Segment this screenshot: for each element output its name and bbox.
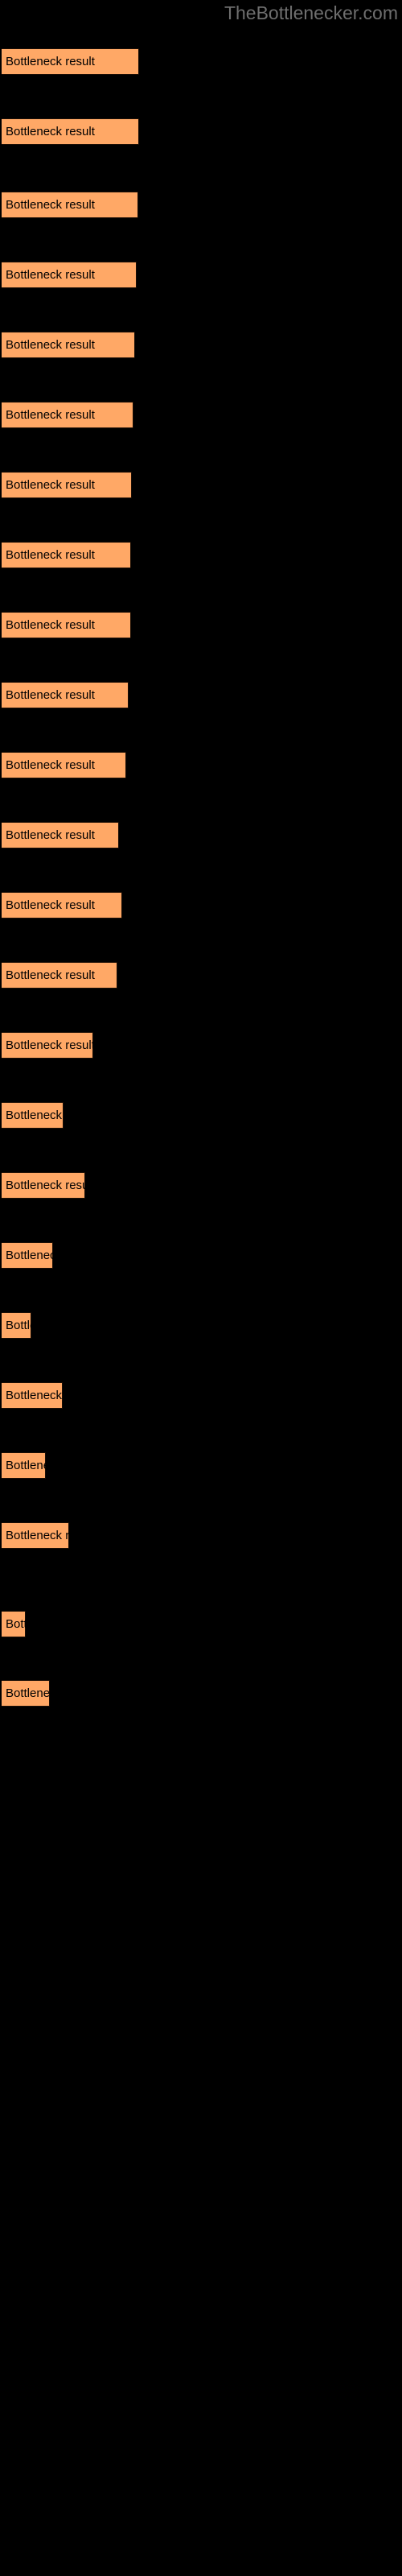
bar-label-clip: Bottleneck result bbox=[2, 1242, 53, 1269]
bar-label-clip: Bottleneck result bbox=[2, 682, 129, 708]
bar-label: Bottleneck result bbox=[6, 1249, 53, 1262]
bar-label: Bottleneck result bbox=[6, 408, 95, 422]
bottleneck-chart: TheBottlenecker.com Bottleneck result Bot… bbox=[0, 0, 402, 2576]
bar-label: Bottleneck result bbox=[6, 1459, 46, 1472]
bar-label-clip: Bottleneck result bbox=[2, 48, 139, 75]
bar-label: Bottleneck result bbox=[6, 1179, 85, 1192]
bar-label-clip: Bottleneck result bbox=[2, 752, 126, 778]
bar-label-clip: Bottleneck result bbox=[2, 118, 139, 145]
bar-label: Bottleneck result bbox=[6, 1108, 64, 1122]
bar-label: Bottleneck result bbox=[6, 828, 95, 842]
bar-label: Bottleneck result bbox=[6, 1389, 63, 1402]
bar-label: Bottleneck result bbox=[6, 1529, 69, 1542]
bar-label-clip: Bottleneck result bbox=[2, 1382, 63, 1409]
bar-label-clip: Bottleneck result bbox=[2, 1680, 50, 1707]
bar-label-clip: Bottleneck result bbox=[2, 892, 122, 919]
bar-label: Bottleneck result bbox=[6, 55, 95, 68]
bar-label: Bottleneck result bbox=[6, 1686, 50, 1700]
bar-label: Bottleneck result bbox=[6, 688, 95, 702]
bar-label: Bottleneck result bbox=[6, 1038, 93, 1052]
bar-label-clip: Bottleneck result bbox=[2, 402, 133, 428]
bar-label: Bottleneck result bbox=[6, 478, 95, 492]
bar-label-clip: Bottleneck result bbox=[2, 1032, 93, 1059]
bar-label: Bottleneck result bbox=[6, 125, 95, 138]
bar-label: Bottleneck result bbox=[6, 548, 95, 562]
bar-chart-bars: Bottleneck result Bottleneck result Bottle… bbox=[0, 0, 402, 2576]
bar-label-clip: Bottleneck result bbox=[2, 262, 137, 288]
bar-label-clip: Bottleneck result bbox=[2, 1452, 46, 1479]
bar-label-clip: Bottleneck result bbox=[2, 472, 132, 498]
bar-label: Bottleneck result bbox=[6, 1319, 31, 1332]
bar-label-clip: Bottleneck result bbox=[2, 1102, 64, 1129]
bar-label: Bottleneck result bbox=[6, 968, 95, 982]
bar-label: Bottleneck result bbox=[6, 898, 95, 912]
bar-label: Bottleneck result bbox=[6, 198, 95, 212]
bar-label-clip: Bottleneck result bbox=[2, 192, 138, 218]
bar-label-clip: Bottleneck result bbox=[2, 1172, 85, 1199]
bar-label-clip: Bottleneck result bbox=[2, 1522, 69, 1549]
bar-label-clip: Bottleneck result bbox=[2, 1312, 31, 1339]
bar-label-clip: Bottleneck result bbox=[2, 962, 117, 989]
bar-label-clip: Bottleneck result bbox=[2, 822, 119, 848]
bar-label-clip: Bottleneck result bbox=[2, 542, 131, 568]
bar-label-clip: Bottleneck result bbox=[2, 1611, 26, 1637]
bar-label: Bottleneck result bbox=[6, 338, 95, 352]
bar-label: Bottleneck result bbox=[6, 758, 95, 772]
bar-label-clip: Bottleneck result bbox=[2, 332, 135, 358]
bar-label: Bottleneck result bbox=[6, 618, 95, 632]
bar-label-clip: Bottleneck result bbox=[2, 612, 131, 638]
bar-label: Bottleneck result bbox=[6, 1617, 26, 1631]
bar-label: Bottleneck result bbox=[6, 268, 95, 282]
